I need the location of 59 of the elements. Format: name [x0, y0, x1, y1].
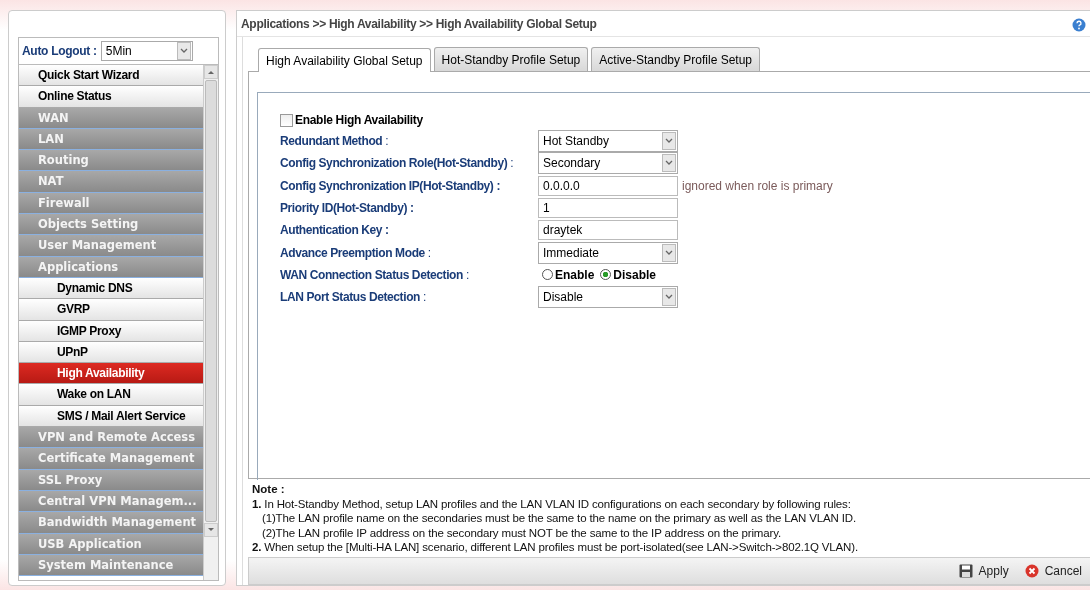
tab[interactable]: Hot-Standby Profile Setup: [433, 47, 589, 71]
dropdown-caret-icon: [662, 154, 676, 173]
dropdown-caret-icon: [662, 243, 676, 262]
colon-label: :: [510, 156, 514, 171]
field-label: Priority ID(Hot-Standby) :: [280, 201, 414, 216]
scroll-down-icon[interactable]: [204, 523, 218, 537]
note-text: (2)The LAN profile IP address on the secondary must NOT be the same to the IP address on the primary.: [261, 525, 783, 540]
menu-item[interactable]: High Availability: [19, 363, 203, 385]
select-field[interactable]: Hot Standby: [538, 130, 678, 153]
note-text: 1. In Hot-Standby Method, setup LAN profiles and the LAN VLAN ID configurations on each secondary by following rules:: [252, 496, 852, 511]
field-label: LAN Port Status Detection: [280, 290, 420, 305]
save-icon: [958, 563, 973, 578]
scrollbar[interactable]: [203, 65, 218, 580]
note-text: (1)The LAN profile name on the secondaries must be the same to the name on the primary as well as the LAN VLAN ID.: [261, 511, 857, 526]
field-label: Authentication Key :: [280, 223, 389, 238]
tab[interactable]: Active-Standby Profile Setup: [591, 47, 761, 71]
menu-item[interactable]: GVRP: [19, 299, 203, 321]
select-field[interactable]: Disable: [538, 286, 678, 309]
input-field[interactable]: 1: [538, 198, 678, 219]
radio-label: Disable: [613, 267, 657, 282]
input-field[interactable]: 0.0.0.0: [538, 175, 678, 196]
field-label: Redundant Method: [280, 134, 383, 149]
help-icon[interactable]: [1072, 18, 1086, 32]
field-label: Advance Preemption Mode: [280, 245, 425, 260]
field-label: WAN Connection Status Detection: [280, 267, 463, 282]
action-button[interactable]: Cancel: [1022, 561, 1084, 580]
field-label: Config Synchronization IP(Hot-Standby) :: [280, 178, 500, 193]
close-icon: [1024, 563, 1039, 578]
input-field[interactable]: draytek: [538, 220, 678, 241]
menu-item[interactable]: SMS / Mail Alert Service: [19, 405, 203, 428]
action-button[interactable]: Apply: [956, 561, 1011, 580]
select-field[interactable]: Immediate: [538, 241, 678, 264]
menu-item[interactable]: Dynamic DNS: [19, 277, 203, 300]
tab[interactable]: High Availability Global Setup: [258, 48, 431, 72]
radio-button[interactable]: [600, 269, 612, 281]
note-title: Note :: [252, 482, 286, 497]
field-label: Config Synchronization Role(Hot-Standby): [280, 156, 508, 171]
dropdown-caret-icon: [662, 288, 676, 307]
menu-item[interactable]: Wake on LAN: [19, 384, 203, 406]
colon-label: :: [423, 290, 427, 305]
auto-logout-select[interactable]: 5Min: [100, 41, 193, 61]
menu-item[interactable]: Quick Start Wizard: [19, 65, 203, 87]
auto-logout-label: Auto Logout :: [22, 44, 97, 58]
checkbox[interactable]: [280, 113, 293, 127]
scroll-up-icon[interactable]: [204, 65, 218, 79]
checkbox-label: Enable High Availability: [295, 113, 423, 127]
dropdown-caret-icon: [176, 42, 191, 60]
note-text: 2. When setup the [Multi-HA LAN] scenario, different LAN profiles must be port-isolated(see LAN->Switch->802.1Q VLAN).: [252, 540, 859, 555]
radio-label: Enable: [555, 267, 595, 282]
menu-item[interactable]: UPnP: [19, 341, 203, 364]
colon-label: :: [465, 267, 470, 282]
colon-label: :: [427, 245, 432, 260]
radio-button[interactable]: [542, 269, 553, 281]
colon-label: :: [385, 134, 389, 149]
menu-item[interactable]: Online Status: [19, 86, 203, 108]
hint-text: ignored when role is primary: [682, 178, 833, 193]
menu-item[interactable]: IGMP Proxy: [19, 320, 203, 342]
dropdown-caret-icon: [662, 132, 676, 151]
select-field[interactable]: Secondary: [538, 152, 678, 175]
